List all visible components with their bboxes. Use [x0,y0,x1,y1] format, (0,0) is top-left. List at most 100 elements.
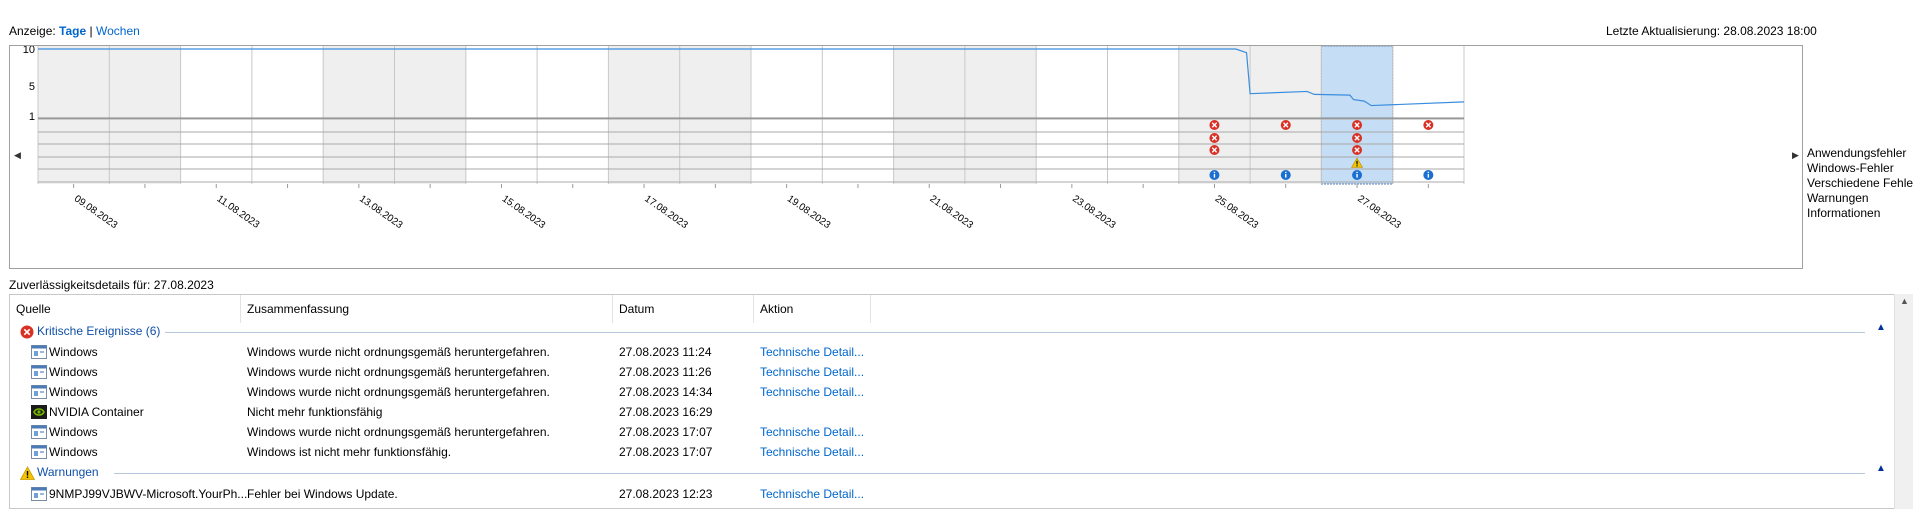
source-cell: 9NMPJ99VJBWV-Microsoft.YourPh... [49,487,248,501]
vertical-scrollbar[interactable]: ▲ [1894,294,1913,509]
summary-cell: Windows ist nicht mehr funktionsfähig. [247,445,452,459]
info-event-icon-bar [1213,174,1216,178]
source-cell: Windows [49,445,98,459]
table-row[interactable]: Windows Windows wurde nicht ordnungsgemä… [10,362,1890,382]
day-column-shade [964,46,1037,184]
row-label-information: Informationen [1807,206,1881,220]
warning-event-icon-dot [1356,165,1358,167]
info-event-icon-dot [1356,171,1358,174]
last-update-text: Letzte Aktualisierung: 28.08.2023 18:00 [1606,24,1817,38]
technical-details-link[interactable]: Technische Detail... [760,445,864,459]
source-cell: Windows [49,385,98,399]
column-header-summary[interactable]: Zusammenfassung [241,295,613,323]
x-tick-label: 17.08.2023 [642,193,690,231]
info-event-icon-dot [1213,171,1216,174]
table-row[interactable]: Windows Windows wurde nicht ordnungsgemä… [10,342,1890,362]
view-switch: Anzeige: Tage | Wochen [9,24,140,38]
row-label-windows-errors: Windows-Fehler [1807,161,1894,175]
column-header-source[interactable]: Quelle [10,295,241,323]
scroll-up-icon[interactable]: ▲ [1900,296,1909,306]
summary-cell: Windows wurde nicht ordnungsgemäß herunt… [247,425,550,439]
group-header-warnings[interactable]: Warnungen ▲ [10,463,1890,483]
windows-app-icon [31,425,47,439]
group-divider [165,332,1865,333]
table-row[interactable]: NVIDIA Container Nicht mehr funktionsfäh… [10,402,1890,422]
windows-app-icon [31,445,47,459]
table-row[interactable]: Windows Windows ist nicht mehr funktions… [10,442,1890,462]
x-tick-label: 25.08.2023 [1213,193,1261,231]
source-cell: Windows [49,425,98,439]
critical-error-icon [20,325,34,339]
warning-event-icon-mark [1356,160,1358,165]
details-title: Zuverlässigkeitsdetails für: 27.08.2023 [9,278,214,292]
day-column-shade [394,46,466,184]
x-tick-label: 19.08.2023 [785,193,833,231]
x-tick-label: 13.08.2023 [357,193,405,231]
table-row[interactable]: 9NMPJ99VJBWV-Microsoft.YourPh... Fehler … [10,484,1890,504]
day-column-shade [893,46,965,184]
x-tick-label: 15.08.2023 [500,193,548,231]
windows-app-icon [31,365,47,379]
date-cell: 27.08.2023 11:26 [619,365,712,379]
date-cell: 27.08.2023 16:29 [619,405,713,419]
table-row[interactable]: Windows Windows wurde nicht ordnungsgemä… [10,382,1890,402]
sort-ascending-icon: ⌃ [675,294,684,300]
date-cell: 27.08.2023 14:34 [619,385,713,399]
x-tick-label: 11.08.2023 [215,193,262,231]
summary-cell: Windows wurde nicht ordnungsgemäß herunt… [247,345,550,359]
x-tick-label: 21.08.2023 [928,193,976,231]
group-header-critical[interactable]: Kritische Ereignisse (6) ▲ [10,322,1890,342]
scroll-right-icon[interactable]: ▶ [1792,150,1799,161]
warning-icon [20,466,35,480]
technical-details-link[interactable]: Technische Detail... [760,425,864,439]
day-column-shade [1250,46,1322,184]
summary-cell: Nicht mehr funktionsfähig [247,405,383,419]
view-days-link[interactable]: Tage [59,24,86,38]
summary-cell: Windows wurde nicht ordnungsgemäß herunt… [247,385,550,399]
technical-details-link[interactable]: Technische Detail... [760,345,864,359]
nvidia-icon [31,405,47,419]
day-column-shade [679,46,751,184]
group-label-critical: Kritische Ereignisse (6) [37,324,161,338]
row-label-misc-errors: Verschiedene Fehler [1807,176,1913,190]
collapse-icon[interactable]: ▲ [1876,463,1886,474]
info-event-icon-bar [1285,174,1287,178]
collapse-icon[interactable]: ▲ [1876,322,1886,333]
scroll-left-icon[interactable]: ◀ [14,150,21,161]
info-event-icon-bar [1427,174,1430,178]
source-cell: Windows [49,345,98,359]
details-list[interactable]: Quelle Zusammenfassung Datum Aktion ⌃ Kr… [9,294,1913,509]
view-weeks-link[interactable]: Wochen [96,24,140,38]
windows-app-icon [31,385,47,399]
view-label: Anzeige: [9,24,56,38]
windows-app-icon [31,487,47,501]
group-divider [114,473,1865,474]
info-event-icon-bar [1356,174,1358,178]
date-cell: 27.08.2023 12:23 [619,487,713,501]
day-column-shade [1178,46,1251,184]
source-cell: NVIDIA Container [49,405,144,419]
date-cell: 27.08.2023 17:07 [619,445,713,459]
y-tick-label: 1 [29,111,35,123]
technical-details-link[interactable]: Technische Detail... [760,365,864,379]
date-cell: 27.08.2023 17:07 [619,425,713,439]
x-tick-label: 23.08.2023 [1070,193,1118,231]
date-cell: 27.08.2023 11:24 [619,345,712,359]
group-label-warnings: Warnungen [37,465,99,479]
column-header-action[interactable]: Aktion [754,295,871,323]
table-row[interactable]: Windows Windows wurde nicht ordnungsgemä… [10,422,1890,442]
summary-cell: Windows wurde nicht ordnungsgemäß herunt… [247,365,550,379]
day-column-shade [109,46,181,184]
column-header-date[interactable]: Datum [613,295,754,323]
row-label-app-errors: Anwendungsfehler [1807,146,1907,160]
technical-details-link[interactable]: Technische Detail... [760,487,864,501]
windows-app-icon [31,345,47,359]
reliability-chart[interactable]: 10 5 1 09.08.2023 11.08.2023 13.08.2023 15.08.… [9,45,1803,269]
day-column-shade [38,46,110,184]
source-cell: Windows [49,365,98,379]
row-label-warnings: Warnungen [1807,191,1869,205]
reliability-chart-svg[interactable]: 10 5 1 09.08.2023 11.08.2023 13.08.2023 15.08.… [10,46,1802,268]
technical-details-link[interactable]: Technische Detail... [760,385,864,399]
info-event-icon-dot [1427,171,1430,174]
day-column-shade [608,46,680,184]
